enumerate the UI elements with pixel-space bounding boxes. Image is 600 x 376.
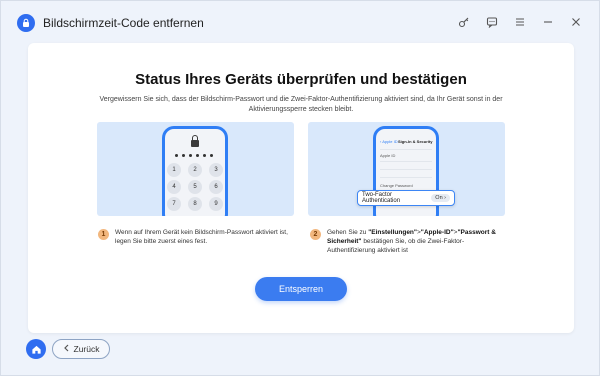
keypad-key: 5 <box>188 180 202 194</box>
passcode-illustration: 1 2 3 4 5 6 7 8 9 <box>97 122 294 216</box>
settings-row: Apple ID <box>380 153 396 158</box>
lock-icon <box>191 135 199 147</box>
keypad-key: 2 <box>188 163 202 177</box>
settings-back-link: ‹ Apple ID <box>380 139 398 144</box>
app-title: Bildschirmzeit-Code entfernen <box>43 16 204 30</box>
back-button[interactable]: Zurück <box>52 339 110 359</box>
main-card: Status Ihres Geräts überprüfen und bestä… <box>28 43 574 333</box>
keypad-key: 3 <box>209 163 223 177</box>
close-icon[interactable] <box>569 15 583 29</box>
passcode-dots <box>175 154 213 157</box>
page-description: Vergewissern Sie sich, dass der Bildschi… <box>99 96 503 113</box>
two-factor-label: Two-Factor Authentication <box>362 192 401 204</box>
back-button-label: Zurück <box>73 344 100 354</box>
menu-icon[interactable] <box>513 15 527 29</box>
step-number-badge: 2 <box>310 229 321 240</box>
step-2: 2 Gehen Sie zu "Einstellungen">"Apple-ID… <box>310 228 510 255</box>
settings-row: Change Password <box>380 183 413 188</box>
step-2-text: Gehen Sie zu "Einstellungen">"Apple-ID">… <box>327 229 496 254</box>
app-window: Bildschirmzeit-Code entfernen Status Ihr… <box>0 0 600 376</box>
keypad-key: 8 <box>188 197 202 211</box>
step-1-text: Wenn auf Ihrem Gerät kein Bildschirm-Pas… <box>115 229 288 245</box>
keypad-key: 9 <box>209 197 223 211</box>
two-factor-illustration: ‹ Apple ID Sign-In & Security Apple ID C… <box>308 122 505 216</box>
page-title: Status Ihres Geräts überprüfen und bestä… <box>135 71 467 88</box>
minimize-icon[interactable] <box>541 15 555 29</box>
keypad-key: 6 <box>209 180 223 194</box>
window-controls <box>457 15 583 29</box>
unlock-button[interactable]: Entsperren <box>255 277 347 301</box>
title-bar: Bildschirmzeit-Code entfernen <box>1 1 600 45</box>
two-factor-callout: Two-Factor Authentication On › <box>357 190 455 206</box>
app-logo-icon <box>17 14 35 32</box>
settings-header: Sign-In & Security <box>398 139 433 144</box>
step-number-badge: 1 <box>98 229 109 240</box>
two-factor-status: On › <box>431 194 450 202</box>
home-icon <box>31 345 41 354</box>
keypad-key: 4 <box>167 180 181 194</box>
key-icon[interactable] <box>457 15 471 29</box>
step-1: 1 Wenn auf Ihrem Gerät kein Bildschirm-P… <box>98 228 298 246</box>
home-button[interactable] <box>26 339 46 359</box>
phone-passcode-image: 1 2 3 4 5 6 7 8 9 <box>162 126 228 216</box>
feedback-icon[interactable] <box>485 15 499 29</box>
chevron-left-icon <box>63 344 70 354</box>
keypad-key: 1 <box>167 163 181 177</box>
keypad-key: 7 <box>167 197 181 211</box>
keypad: 1 2 3 4 5 6 7 8 9 <box>165 163 225 211</box>
